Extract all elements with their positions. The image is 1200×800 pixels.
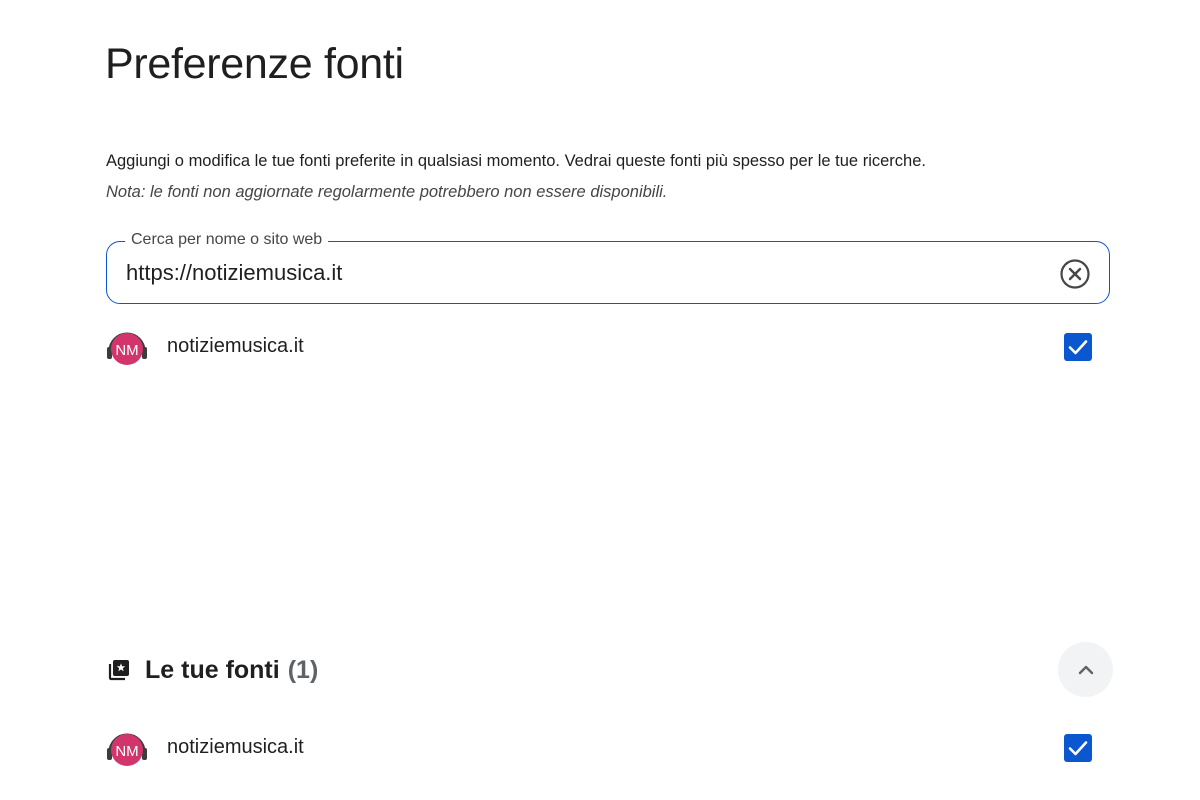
search-field[interactable]: Cerca per nome o sito web: [106, 230, 1110, 304]
source-checkbox[interactable]: [1064, 734, 1092, 762]
star-library-icon: [106, 657, 132, 683]
check-icon: [1068, 340, 1088, 355]
close-circle-icon: [1060, 259, 1090, 289]
chevron-up-icon: [1078, 665, 1093, 674]
source-name: notiziemusica.it: [167, 736, 304, 758]
your-sources-count: (1): [287, 655, 319, 684]
source-logo-text: NM: [115, 342, 138, 359]
clear-search-button[interactable]: [1059, 258, 1091, 290]
source-logo-text: NM: [115, 743, 138, 760]
your-source-item[interactable]: NM notiziemusica.it: [106, 728, 1092, 768]
source-preferences-page: Preferenze fonti Aggiungi o modifica le …: [0, 0, 1200, 800]
collapse-section-button[interactable]: [1058, 642, 1113, 697]
page-title: Preferenze fonti: [105, 40, 404, 88]
search-result-item[interactable]: NM notiziemusica.it: [106, 327, 1092, 367]
search-input[interactable]: [126, 258, 1026, 288]
check-icon: [1068, 741, 1088, 756]
source-checkbox[interactable]: [1064, 333, 1092, 361]
search-label: Cerca per nome o sito web: [125, 230, 329, 250]
your-sources-title: Le tue fonti: [145, 655, 280, 684]
source-name: notiziemusica.it: [167, 335, 304, 357]
source-logo: NM: [106, 327, 148, 367]
page-note: Nota: le fonti non aggiornate regolarmen…: [106, 183, 668, 201]
your-sources-header: Le tue fonti (1): [106, 650, 318, 690]
page-description: Aggiungi o modifica le tue fonti preferi…: [106, 152, 926, 170]
source-logo: NM: [106, 728, 148, 768]
